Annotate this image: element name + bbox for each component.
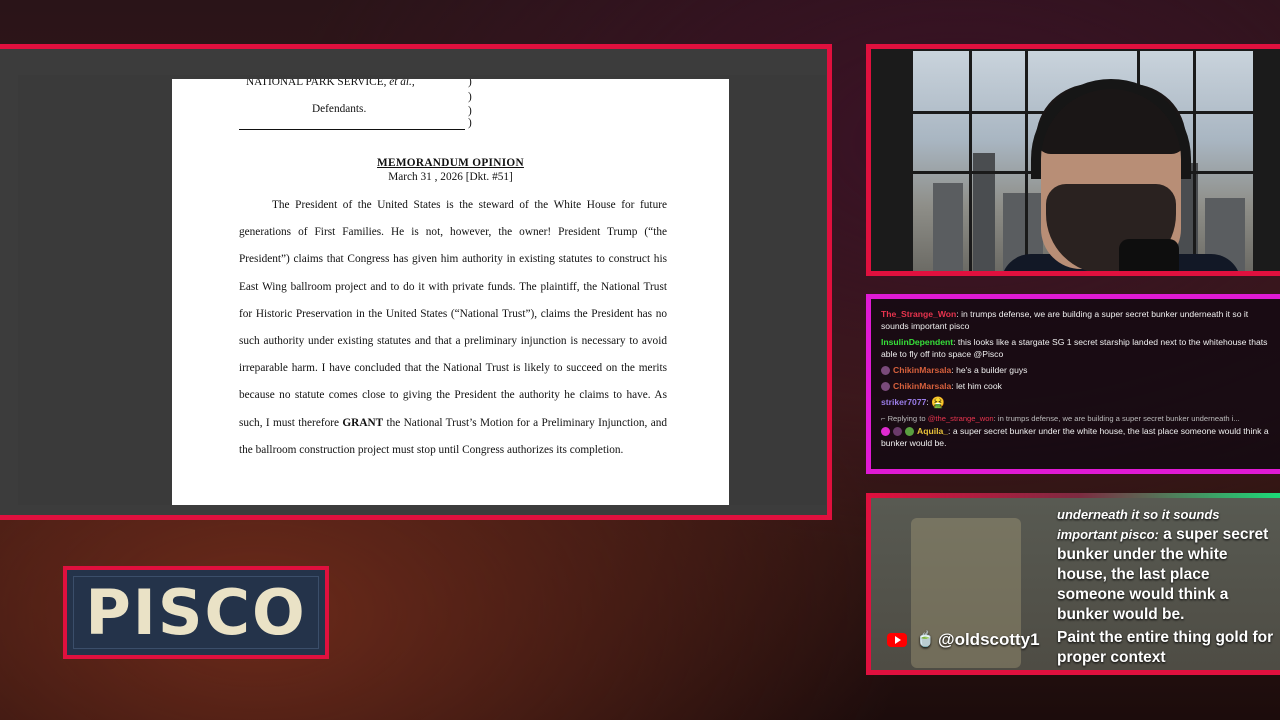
caption-italic: et al., xyxy=(389,79,415,88)
chat-message: striker7077: 🤮 xyxy=(881,396,945,409)
gradient-divider xyxy=(871,493,1280,498)
logo-text: PISCO xyxy=(85,576,307,649)
chat-username[interactable]: ChikinMarsala xyxy=(893,365,951,375)
badge-icon xyxy=(905,426,914,436)
chat-username[interactable]: ChikinMarsala xyxy=(893,381,951,391)
caption-paren: ) xyxy=(468,79,472,88)
heart-badge-icon xyxy=(881,426,890,436)
channel-logo: PISCO xyxy=(63,566,329,659)
chat-list[interactable]: The_Strange_Won: in trumps defense, we a… xyxy=(881,308,1271,453)
chat-username[interactable]: InsulinDependent xyxy=(881,337,953,347)
overlay-message: Paint the entire thing gold for proper c… xyxy=(1057,629,1274,666)
chat-message: ChikinMarsala: let him cook xyxy=(881,380,1271,392)
cup-icon: 🍵 xyxy=(916,631,935,648)
vomit-emoji-icon: 🤮 xyxy=(931,396,945,409)
badge-icon xyxy=(881,366,890,376)
chat-reply-message: ⌐ Replying to @the_strange_won: in trump… xyxy=(881,413,1271,449)
caption-text: NATIONAL PARK SERVICE, et al., xyxy=(246,79,415,88)
memo-grant: GRANT xyxy=(342,416,384,429)
reply-quote: in trumps defense, we are building a sup… xyxy=(997,413,1240,423)
document-page: NATIONAL PARK SERVICE, et al., Defendant… xyxy=(172,79,729,505)
caption-paren: ) xyxy=(468,117,472,129)
window-mullion xyxy=(1025,51,1028,271)
defendants-label: Defendants. xyxy=(312,103,367,115)
chat-username[interactable]: The_Strange_Won xyxy=(881,309,956,319)
chat-text: let him cook xyxy=(956,381,1002,391)
window-mullion xyxy=(969,51,972,271)
youtube-icon xyxy=(887,633,907,647)
pdf-viewer[interactable]: NATIONAL PARK SERVICE, et al., Defendant… xyxy=(18,75,826,505)
reply-context: ⌐ Replying to @the_strange_won: in trump… xyxy=(881,413,1240,423)
microphone-icon xyxy=(1119,239,1179,271)
memo-body: The President of the United States is th… xyxy=(239,192,667,464)
building xyxy=(933,183,963,271)
previous-message: underneath it so it sounds important pis… xyxy=(1057,505,1280,625)
caption-rule xyxy=(239,129,465,130)
reply-arrow-icon: ⌐ xyxy=(881,413,886,423)
reply-prefix: Replying to xyxy=(887,413,926,423)
caption-paren: ) xyxy=(468,105,472,117)
badge-icon xyxy=(893,426,902,436)
chat-message: ChikinMarsala: he's a builder guys xyxy=(881,364,1271,376)
reply-mention[interactable]: @the_strange_won xyxy=(928,414,994,423)
overlay-username: @oldscotty1 xyxy=(938,630,1040,649)
chat-username[interactable]: striker7077 xyxy=(881,397,926,407)
webcam-panel xyxy=(866,44,1280,276)
highlighted-chat-panel: underneath it so it sounds important pis… xyxy=(866,493,1280,675)
document-panel: NATIONAL PARK SERVICE, et al., Defendant… xyxy=(0,44,832,520)
badge-icon xyxy=(881,382,890,392)
window-mullion xyxy=(1193,51,1196,271)
caption-paren: ) xyxy=(468,91,472,103)
memo-title: MEMORANDUM OPINION xyxy=(377,157,524,169)
chat-username[interactable]: Aquila_ xyxy=(917,426,948,436)
caption-line: NATIONAL PARK SERVICE, et al., xyxy=(246,79,415,88)
memo-date: March 31 , 2026 [Dkt. #51] xyxy=(388,171,513,183)
chat-panel: The_Strange_Won: in trumps defense, we a… xyxy=(866,294,1280,474)
memo-body-text: The President of the United States is th… xyxy=(239,199,667,429)
chat-message: The_Strange_Won: in trumps defense, we a… xyxy=(881,309,1249,331)
chat-text: he's a builder guys xyxy=(956,365,1028,375)
chat-message: InsulinDependent: this looks like a star… xyxy=(881,337,1268,359)
